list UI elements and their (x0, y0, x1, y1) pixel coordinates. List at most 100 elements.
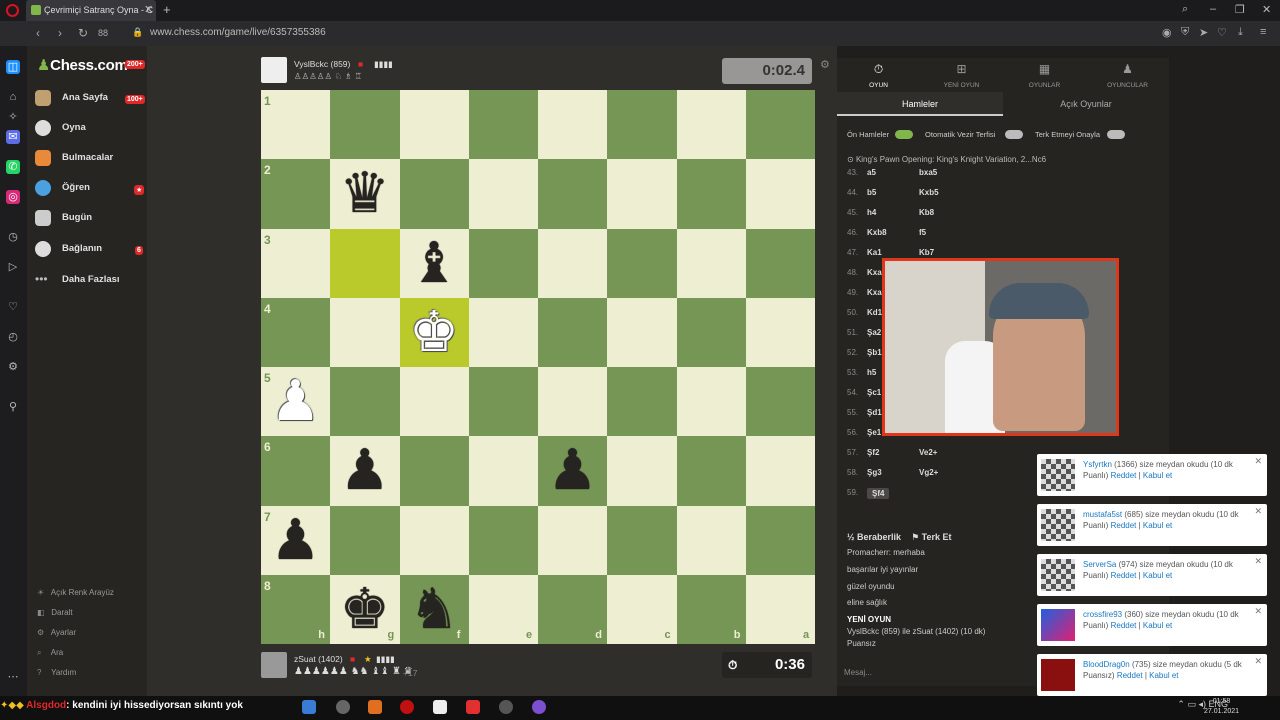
help-button[interactable]: ? Yardım (37, 668, 76, 677)
chat-input[interactable]: Mesaj... (837, 662, 1037, 684)
search-button[interactable]: ⌕ Ara (37, 648, 63, 658)
forward-icon[interactable]: › (58, 26, 62, 40)
challenger-name[interactable]: Ysfyrtkn (1083, 460, 1112, 469)
tab-new-game[interactable]: ⊞ YENİ OYUN (920, 58, 1003, 92)
steam-icon[interactable] (302, 700, 316, 714)
opera-logo-icon[interactable] (6, 4, 19, 17)
subtab-moves[interactable]: Hamleler (837, 92, 1003, 116)
reject-link[interactable]: Reddet (1111, 571, 1137, 580)
board-settings-icon[interactable]: ⚙ (820, 58, 830, 71)
back-icon[interactable]: ‹ (36, 26, 40, 40)
square-e6[interactable] (468, 436, 538, 506)
confirm-resign-toggle[interactable] (1107, 130, 1125, 139)
piece-g2[interactable]: ♛ (330, 159, 399, 228)
close-icon[interactable]: ✕ (1254, 656, 1262, 667)
square-d5[interactable] (538, 367, 608, 437)
square-d3[interactable] (538, 228, 608, 298)
reject-link[interactable]: Reddet (1111, 621, 1137, 630)
piece-h5[interactable]: ♟ (261, 367, 330, 436)
piece-g6[interactable]: ♟ (330, 436, 399, 505)
browser-tab[interactable]: Çevrimiçi Satranç Oyna - C (26, 0, 156, 21)
square-b2[interactable] (676, 159, 746, 229)
vlc-icon[interactable] (368, 700, 382, 714)
challenger-name[interactable]: crossfire93 (1083, 610, 1122, 619)
sidebar-icon-bookmark[interactable]: ⌂ (6, 90, 20, 104)
accept-link[interactable]: Kabul et (1149, 671, 1178, 680)
black-move[interactable]: f5 (919, 228, 926, 237)
share-icon[interactable]: ➤ (1199, 26, 1208, 39)
camera-icon[interactable]: ◉ (1162, 26, 1172, 39)
tab-game[interactable]: ⏱ OYUN (837, 58, 920, 92)
sidebar-icon-home[interactable]: ◫ (6, 60, 20, 74)
light-theme-button[interactable]: ☀ Açık Renk Arayüz (37, 588, 114, 597)
square-e3[interactable] (468, 228, 538, 298)
square-e7[interactable] (468, 505, 538, 575)
white-move[interactable]: b5 (867, 188, 876, 197)
square-d7[interactable] (538, 505, 608, 575)
square-a6[interactable] (745, 436, 815, 506)
square-c7[interactable] (607, 505, 677, 575)
draw-button[interactable]: ½ Beraberlik (847, 532, 901, 542)
square-g3[interactable] (330, 228, 400, 298)
square-d2[interactable] (538, 159, 608, 229)
white-move[interactable]: h4 (867, 208, 876, 217)
tab-games[interactable]: ▦ OYUNLAR (1003, 58, 1086, 92)
square-a1[interactable] (745, 90, 815, 160)
square-h2[interactable] (261, 159, 331, 229)
lock-icon[interactable]: 🔒 (132, 27, 143, 38)
square-f7[interactable] (399, 505, 469, 575)
black-move[interactable]: Kb7 (919, 248, 934, 257)
reject-link[interactable]: Reddet (1111, 471, 1137, 480)
square-h4[interactable] (261, 297, 331, 367)
white-move[interactable]: h5 (867, 368, 876, 377)
close-icon[interactable]: ✕ (1254, 556, 1262, 567)
minimize-icon[interactable]: – (1210, 3, 1216, 15)
more-icon[interactable]: ⋯ (6, 670, 20, 684)
black-move[interactable]: Ve2+ (919, 448, 937, 457)
square-f5[interactable] (399, 367, 469, 437)
chesscom-logo[interactable]: ♟Chess.com (37, 56, 128, 74)
sidebar-item-connect[interactable]: Bağlanın (35, 239, 145, 261)
download-icon[interactable]: ⤓ (1238, 26, 1243, 39)
square-d4[interactable] (538, 297, 608, 367)
tab-close-icon[interactable]: ✕ (144, 3, 153, 16)
speed-dial-icon[interactable]: ◷ (6, 230, 20, 244)
piece-f8[interactable]: ♞ (400, 575, 469, 644)
chess-board[interactable]: 1 2 3 4 5 6 7 8 h g f e d c b a ♛ ♝ ♚ ♟ ♟ ♟ ♟ ♚ ♞ (261, 90, 815, 644)
reload-icon[interactable]: ↻ (78, 26, 88, 40)
new-tab-icon[interactable]: + (163, 2, 171, 17)
auto-queen-toggle[interactable] (1005, 130, 1023, 139)
square-c5[interactable] (607, 367, 677, 437)
square-c1[interactable] (607, 90, 677, 160)
piece-d6[interactable]: ♟ (538, 436, 607, 505)
taskbar-clock[interactable]: 01:58 27.01.2021 (1204, 697, 1239, 717)
white-move[interactable]: a5 (867, 168, 876, 177)
bottom-player-name[interactable]: zSuat (1402) (294, 654, 343, 664)
sidebar-item-puzzles[interactable]: Bulmacalar (35, 148, 145, 170)
square-a4[interactable] (745, 297, 815, 367)
square-e4[interactable] (468, 297, 538, 367)
messenger-icon[interactable]: ✉ (6, 130, 20, 144)
black-move[interactable]: Kb8 (919, 208, 934, 217)
square-e5[interactable] (468, 367, 538, 437)
sidebar-item-play[interactable]: Oyna (35, 118, 145, 140)
square-b3[interactable] (676, 228, 746, 298)
opera-gx-icon[interactable] (466, 700, 480, 714)
square-b5[interactable] (676, 367, 746, 437)
file-icon[interactable] (433, 700, 447, 714)
settings-button[interactable]: ⚙ Ayarlar (37, 628, 76, 637)
square-b6[interactable] (676, 436, 746, 506)
lightbulb-icon[interactable]: ⚲ (6, 400, 20, 414)
white-move[interactable]: Şg3 (867, 468, 882, 477)
close-icon[interactable]: ✕ (1254, 606, 1262, 617)
piece-f4[interactable]: ♚ (400, 298, 469, 367)
white-move[interactable]: Şb1 (867, 348, 882, 357)
square-c4[interactable] (607, 297, 677, 367)
square-g4[interactable] (330, 297, 400, 367)
reject-link[interactable]: Reddet (1117, 671, 1143, 680)
square-c2[interactable] (607, 159, 677, 229)
tab-count[interactable]: 88 (98, 28, 108, 38)
white-move[interactable]: Kd1 (867, 308, 882, 317)
square-f2[interactable] (399, 159, 469, 229)
menu-icon[interactable]: ≡ (1260, 26, 1266, 38)
